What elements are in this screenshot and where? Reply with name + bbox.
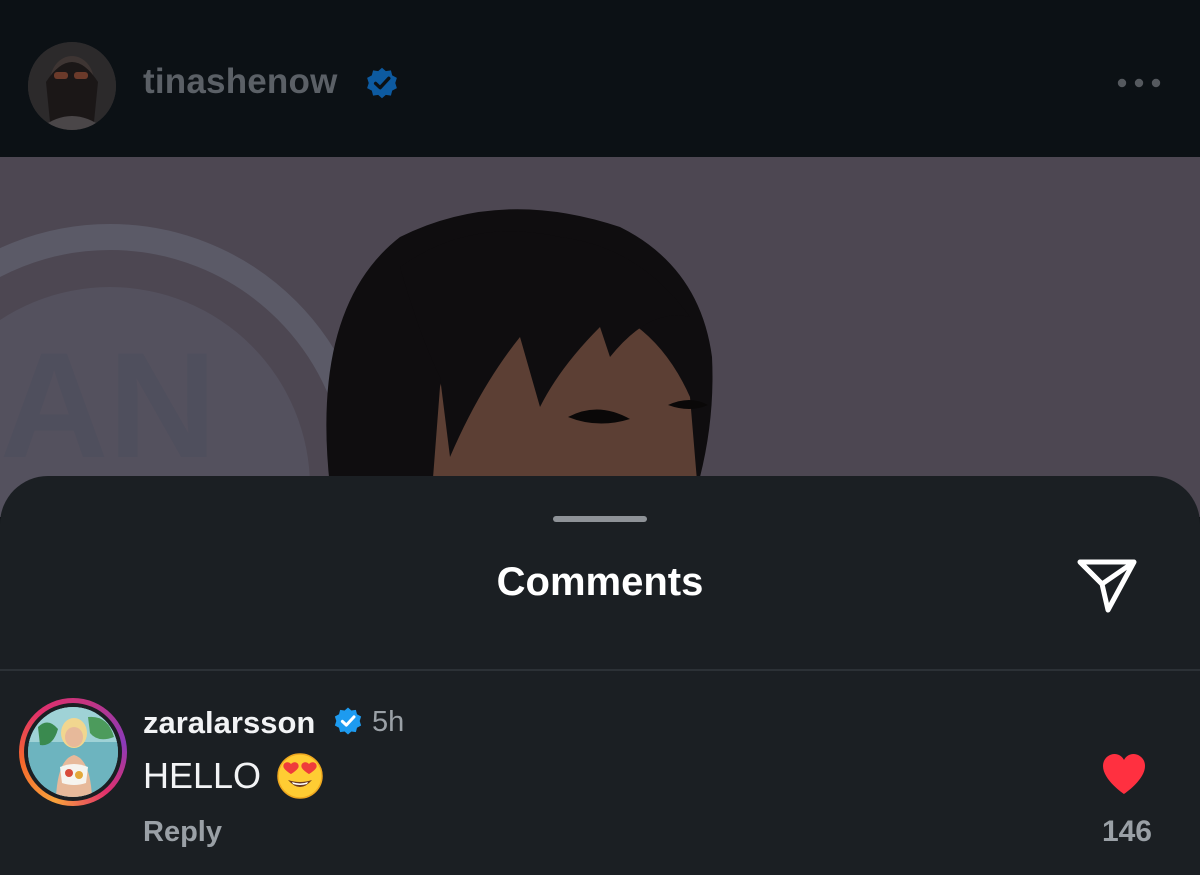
post-author-username[interactable]: tinashenow [143, 62, 338, 102]
post-header: tinashenow [0, 0, 1200, 157]
sheet-title: Comments [496, 560, 704, 604]
post-author-avatar[interactable] [28, 42, 116, 130]
like-count: 146 [1101, 815, 1152, 848]
avatar-image [28, 707, 118, 797]
avatar-photo [28, 707, 118, 797]
more-dots-icon[interactable] [1114, 72, 1164, 94]
post-photo: AN [0, 157, 1200, 517]
sheet-drag-handle[interactable] [553, 516, 647, 522]
svg-text:AN: AN [0, 321, 217, 489]
verified-badge-icon [367, 67, 397, 99]
comment-timestamp: 5h [372, 706, 405, 738]
comment-avatar[interactable] [19, 698, 127, 806]
heart-like-icon[interactable] [1100, 752, 1148, 796]
sheet-divider [0, 669, 1200, 671]
heart-eyes-emoji-icon [277, 753, 323, 799]
post-image[interactable]: AN [0, 157, 1200, 517]
paper-plane-icon[interactable] [1074, 554, 1140, 614]
avatar-photo [28, 42, 116, 130]
comments-sheet: Comments zaralarsson 5h HELLO Reply 146 [0, 476, 1200, 875]
comment-text: HELLO [143, 755, 262, 796]
verified-badge-icon [334, 707, 362, 735]
avatar-gap [24, 703, 122, 801]
reply-button[interactable]: Reply [143, 816, 222, 849]
page: tinashenow AN Comments zaralarsson 5h HE… [0, 0, 1200, 875]
comment-username[interactable]: zaralarsson [143, 705, 315, 741]
